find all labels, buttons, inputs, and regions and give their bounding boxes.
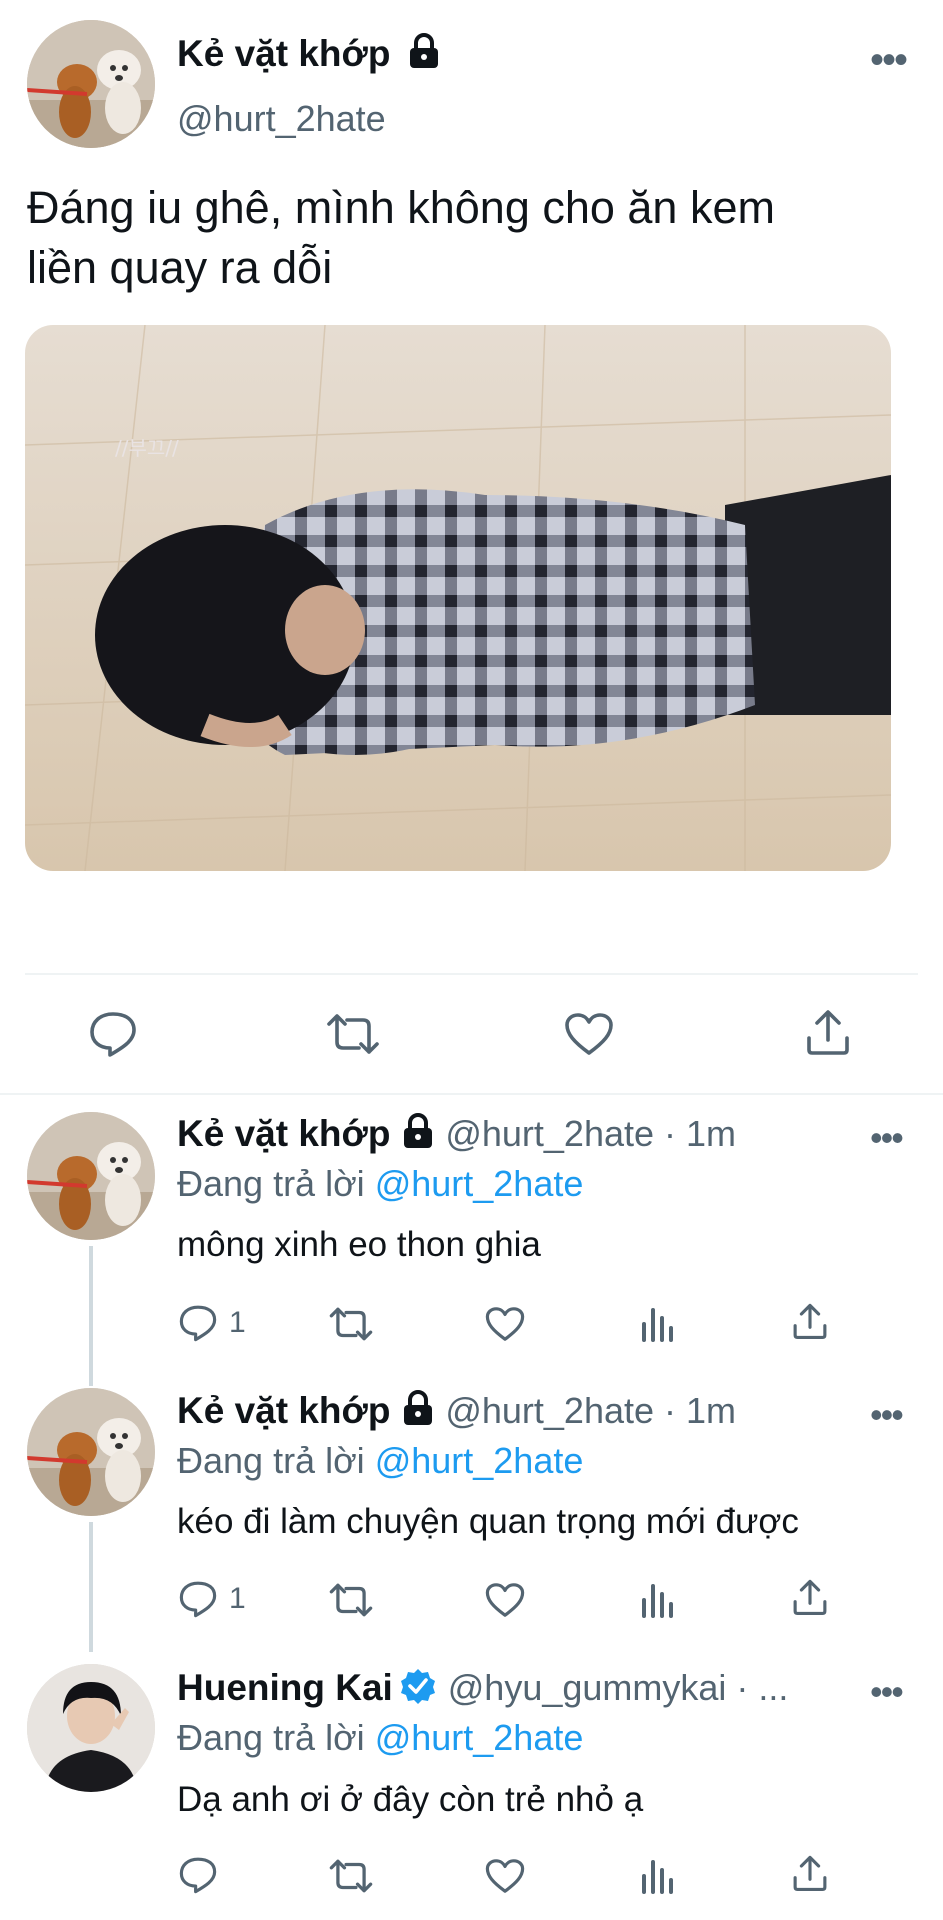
- reply-count: 1: [229, 1306, 246, 1339]
- reply-icon[interactable]: [88, 1010, 138, 1058]
- display-name[interactable]: Huening Kai: [177, 1667, 393, 1708]
- reply-count: 1: [229, 1582, 246, 1615]
- replying-to: Đang trả lời @hurt_2hate: [177, 1717, 583, 1759]
- like-icon[interactable]: [485, 1582, 525, 1618]
- display-name[interactable]: Kẻ vặt khớp: [177, 33, 441, 75]
- thread-line: [89, 1376, 93, 1386]
- like-icon[interactable]: [564, 1012, 614, 1056]
- avatar[interactable]: [27, 1112, 155, 1240]
- dog-avatar-image: [27, 1388, 155, 1516]
- tweet-media-image[interactable]: //부끄//: [25, 325, 891, 871]
- thread-line: [89, 1522, 93, 1652]
- analytics-icon[interactable]: [640, 1580, 676, 1618]
- reply-icon[interactable]: [178, 1580, 218, 1618]
- replying-to-label: Đang trả lời: [177, 1440, 375, 1481]
- replying-to: Đang trả lời @hurt_2hate: [177, 1163, 583, 1205]
- handle[interactable]: @hurt_2hate: [177, 98, 386, 140]
- handle-timestamp[interactable]: @hurt_2hate · 1m: [445, 1113, 736, 1154]
- avatar[interactable]: [27, 20, 155, 148]
- more-options-icon[interactable]: •••: [870, 1397, 904, 1433]
- reply-header: Huening Kai @hyu_gummykai · ...: [177, 1667, 788, 1710]
- analytics-icon[interactable]: [640, 1856, 676, 1894]
- person-lying-on-floor-image: //부끄//: [25, 325, 891, 871]
- share-icon[interactable]: [792, 1302, 828, 1340]
- share-icon[interactable]: [792, 1854, 828, 1892]
- more-options-icon[interactable]: •••: [870, 40, 908, 80]
- handle-timestamp[interactable]: @hurt_2hate · 1m: [445, 1390, 736, 1431]
- display-name[interactable]: Kẻ vặt khớp: [177, 1113, 390, 1154]
- tweet-text: Đáng iu ghê, mình không cho ăn kem liền …: [27, 178, 775, 298]
- thread-line: [89, 1246, 93, 1376]
- dog-avatar-image: [27, 1112, 155, 1240]
- tweet-text-line: Đáng iu ghê, mình không cho ăn kem: [27, 182, 775, 233]
- verified-badge-icon: [399, 1667, 437, 1710]
- replying-to-mention[interactable]: @hurt_2hate: [375, 1717, 584, 1758]
- more-options-icon[interactable]: •••: [870, 1120, 904, 1156]
- share-icon[interactable]: [792, 1578, 828, 1616]
- reply-text: kéo đi làm chuyện quan trọng mới được: [177, 1502, 799, 1541]
- reply-icon[interactable]: [178, 1856, 218, 1894]
- divider: [25, 973, 918, 975]
- reply-text: mông xinh eo thon ghia: [177, 1225, 541, 1264]
- retweet-icon[interactable]: [328, 1582, 374, 1618]
- replying-to-mention[interactable]: @hurt_2hate: [375, 1163, 584, 1204]
- like-icon[interactable]: [485, 1306, 525, 1342]
- divider: [0, 1093, 943, 1095]
- lock-icon: [407, 33, 441, 69]
- replying-to-label: Đang trả lời: [177, 1163, 375, 1204]
- more-options-icon[interactable]: •••: [870, 1674, 904, 1710]
- replying-to-mention[interactable]: @hurt_2hate: [375, 1440, 584, 1481]
- avatar[interactable]: [27, 1664, 155, 1792]
- reply-header: Kẻ vặt khớp @hurt_2hate · 1m: [177, 1113, 736, 1155]
- dog-avatar-image: [27, 20, 155, 148]
- share-icon[interactable]: [805, 1008, 851, 1056]
- avatar[interactable]: [27, 1388, 155, 1516]
- retweet-icon[interactable]: [328, 1306, 374, 1342]
- lock-icon: [401, 1113, 435, 1154]
- like-icon[interactable]: [485, 1858, 525, 1894]
- retweet-icon[interactable]: [328, 1858, 374, 1894]
- replying-to: Đang trả lời @hurt_2hate: [177, 1440, 583, 1482]
- image-watermark: //부끄//: [115, 436, 179, 460]
- tweet-text-line: liền quay ra dỗi: [27, 242, 333, 293]
- display-name[interactable]: Kẻ vặt khớp: [177, 1390, 390, 1431]
- replying-to-label: Đang trả lời: [177, 1717, 375, 1758]
- retweet-icon[interactable]: [325, 1012, 381, 1056]
- display-name-text[interactable]: Kẻ vặt khớp: [177, 33, 390, 74]
- reply-icon[interactable]: [178, 1304, 218, 1342]
- analytics-icon[interactable]: [640, 1304, 676, 1342]
- reply-text: Dạ anh ơi ở đây còn trẻ nhỏ ạ: [177, 1780, 644, 1819]
- handle-timestamp[interactable]: @hyu_gummykai · ...: [448, 1667, 789, 1708]
- person-avatar-image: [27, 1664, 155, 1792]
- reply-header: Kẻ vặt khớp @hurt_2hate · 1m: [177, 1390, 736, 1432]
- lock-icon: [401, 1390, 435, 1431]
